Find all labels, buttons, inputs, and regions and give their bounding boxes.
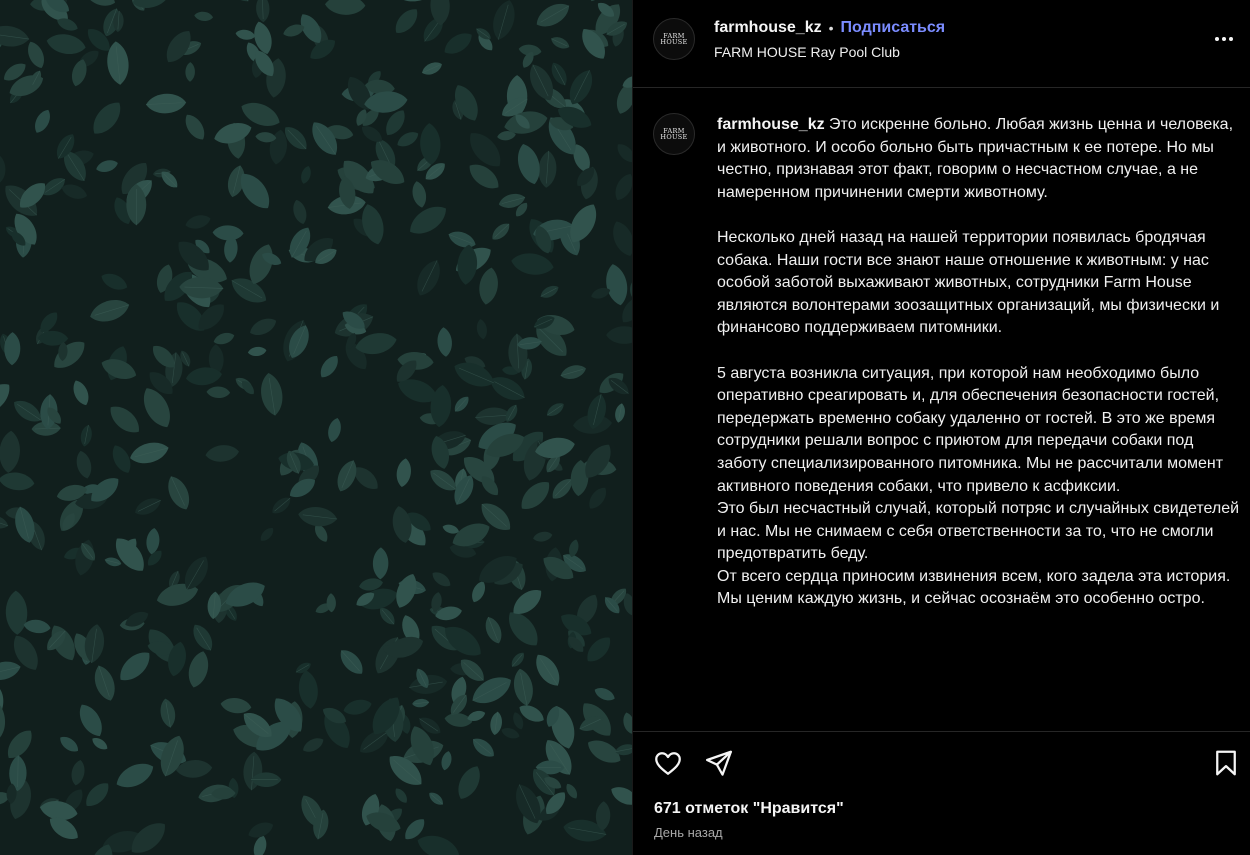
caption-paragraph-5: От всего сердца приносим извинения всем,… (717, 567, 1231, 585)
caption-paragraph-6: Мы ценим каждую жизнь, и сейчас осознаём… (717, 590, 1205, 608)
more-dot-icon (1215, 37, 1219, 41)
author-avatar[interactable]: FARM HOUSE (653, 18, 695, 60)
header-separator: • (828, 20, 834, 36)
avatar-logo-line-2: HOUSE (660, 133, 688, 141)
bookmark-icon (1216, 750, 1236, 776)
header-author-line: farmhouse_kz • Подписаться (714, 19, 945, 37)
instagram-post-view: FARM HOUSE farmhouse_kz • Подписаться FA… (0, 0, 1250, 855)
caption-author-avatar[interactable]: FARM HOUSE (653, 113, 695, 155)
share-button[interactable] (704, 748, 734, 778)
ivy-leaves-image (0, 0, 632, 855)
heart-icon (655, 752, 681, 775)
post-image[interactable] (0, 0, 632, 855)
follow-button[interactable]: Подписаться (841, 19, 946, 37)
more-dot-icon (1229, 37, 1233, 41)
paper-plane-icon (706, 750, 732, 776)
author-username-link[interactable]: farmhouse_kz (714, 19, 822, 37)
post-caption: farmhouse_kz Это искренне больно. Любая … (717, 114, 1243, 611)
caption-paragraph-1: farmhouse_kz Это искренне больно. Любая … (717, 114, 1243, 204)
likes-count[interactable]: 671 отметок "Нравится" (654, 800, 844, 818)
avatar-logo-line-2: HOUSE (660, 38, 688, 46)
post-actions: 671 отметок "Нравится" День назад (633, 731, 1250, 855)
like-button[interactable] (653, 748, 683, 778)
image-shade (0, 0, 632, 855)
comments-section[interactable]: FARM HOUSE farmhouse_kz Это искренне бол… (633, 88, 1250, 731)
more-options-button[interactable] (1213, 28, 1235, 50)
more-dot-icon (1222, 37, 1226, 41)
caption-username-link[interactable]: farmhouse_kz (717, 116, 825, 133)
post-header: FARM HOUSE farmhouse_kz • Подписаться FA… (633, 0, 1250, 88)
post-side-panel: FARM HOUSE farmhouse_kz • Подписаться FA… (632, 0, 1250, 855)
save-button[interactable] (1211, 748, 1241, 778)
caption-paragraph-3: 5 августа возникла ситуация, при которой… (717, 364, 1224, 495)
location-link[interactable]: FARM HOUSE Ray Pool Club (714, 44, 900, 60)
post-time[interactable]: День назад (654, 825, 723, 840)
caption-paragraph-2: Несколько дней назад на нашей территории… (717, 228, 1220, 337)
caption-paragraph-4: Это был несчастный случай, который потря… (717, 500, 1240, 563)
